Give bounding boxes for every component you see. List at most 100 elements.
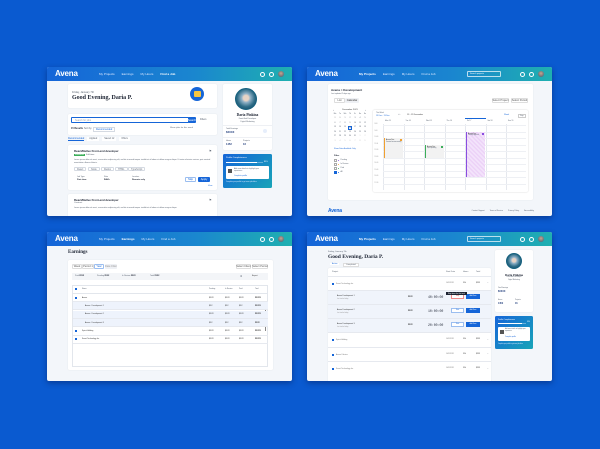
- calendar-day[interactable]: 6: [348, 140, 352, 142]
- tab-recommended[interactable]: Recommended: [68, 137, 85, 141]
- nav-my-projects[interactable]: My Projects: [99, 237, 115, 241]
- column-header[interactable]: Total: [255, 288, 259, 290]
- calendar-day[interactable]: 24: [353, 131, 357, 133]
- column-header[interactable]: Name: [82, 288, 87, 290]
- task-link[interactable]: Complete profile: [234, 175, 247, 177]
- table-row[interactable]: Avena - Development 2 $XXX $XXX $XXX $XXXX: [73, 310, 268, 319]
- select-all-checkbox[interactable]: [75, 288, 77, 290]
- period-select[interactable]: Select Period: [511, 98, 528, 103]
- day-button[interactable]: Day: [518, 113, 526, 118]
- avatar[interactable]: [278, 71, 284, 77]
- prev-month-icon[interactable]: ‹: [333, 109, 334, 112]
- calendar-day[interactable]: 25: [358, 131, 362, 133]
- week-checkbox[interactable]: Show jobs for this week: [170, 127, 193, 129]
- task-link[interactable]: Complete profile: [505, 337, 516, 338]
- calendar-day[interactable]: 8: [358, 140, 362, 142]
- nav-earnings[interactable]: Earnings: [383, 237, 395, 241]
- calendar-day[interactable]: 5: [363, 117, 367, 119]
- footer-link[interactable]: Accessibility: [524, 210, 534, 212]
- tab-list[interactable]: List: [334, 98, 345, 103]
- calendar-day[interactable]: 30: [348, 135, 352, 137]
- calendar-day[interactable]: 31: [353, 135, 357, 137]
- calendar-day[interactable]: 20: [333, 131, 337, 133]
- calendar-event[interactable]: Avena Dev Frontend review meeting: [383, 138, 403, 158]
- date-filter[interactable]: Date Filter: [105, 264, 117, 269]
- calendar-day[interactable]: 28: [338, 135, 342, 137]
- filter-checkbox[interactable]: [334, 159, 337, 162]
- calendar-day[interactable]: 22: [343, 131, 347, 133]
- nav-find-job[interactable]: Find a Job: [160, 72, 175, 76]
- expand-icon[interactable]: [332, 368, 334, 370]
- table-row[interactable]: Avena $XXX $XXX $XXX $XXXX: [73, 294, 268, 302]
- expand-icon[interactable]: [332, 339, 334, 341]
- settings-icon[interactable]: [260, 71, 265, 77]
- calendar-day[interactable]: 26: [363, 131, 367, 133]
- eye-icon[interactable]: [263, 129, 267, 133]
- add-time-button[interactable]: Add Time: [466, 294, 480, 299]
- period-select[interactable]: Select Period: [252, 264, 268, 269]
- calendar-day[interactable]: 17: [353, 126, 357, 128]
- chevron-down-icon[interactable]: ⌄: [487, 282, 489, 284]
- project-row[interactable]: Avena Ukraine 10/01/2021 XXh $XXX ⌄: [328, 346, 491, 362]
- calendar-day[interactable]: 6: [333, 122, 337, 124]
- project-row[interactable]: Smart Technology Inc 10/01/2021 XXh $XXX ⌄: [328, 275, 491, 291]
- bell-icon[interactable]: [269, 236, 274, 242]
- filter-year[interactable]: Year: [94, 264, 104, 269]
- calendar-day[interactable]: 30: [338, 117, 342, 119]
- sort-select[interactable]: Recommended: [93, 126, 116, 132]
- row-expand-icon[interactable]: [75, 296, 77, 299]
- search-input[interactable]: Search for jobs: [71, 117, 189, 123]
- filter-checkbox[interactable]: [334, 171, 337, 174]
- job-title[interactable]: React/Native Front-end developer: [74, 149, 119, 153]
- nav-my-hours[interactable]: My Hours: [142, 237, 155, 241]
- calendar-day[interactable]: 3: [333, 140, 337, 142]
- available-toggle[interactable]: Show Date Available Only: [334, 148, 356, 150]
- project-row[interactable]: Smart Technology Inc 10/01/2021 XXh $XXX ⌄: [328, 361, 491, 376]
- completeness-task[interactable]: Add more details to highlight your exper…: [226, 166, 269, 179]
- avatar[interactable]: [538, 236, 544, 242]
- nav-earnings[interactable]: Earnings: [122, 237, 135, 241]
- calendar-day[interactable]: 1: [358, 135, 362, 137]
- task-row[interactable]: Avena Development 3 Last tracked today $XX…: [328, 318, 491, 332]
- export-button[interactable]: Export: [252, 275, 257, 277]
- column-header[interactable]: Pending: [209, 288, 215, 290]
- nav-my-projects[interactable]: My Projects: [359, 72, 376, 76]
- chevron-down-icon[interactable]: ⌄: [487, 353, 489, 355]
- apply-button[interactable]: Apply: [198, 177, 210, 182]
- search-button[interactable]: Search: [188, 117, 196, 123]
- filter-checkbox[interactable]: [334, 167, 337, 170]
- calendar-day[interactable]: 13: [333, 126, 337, 128]
- bookmark-icon[interactable]: ⚑: [209, 198, 212, 202]
- calendar-day[interactable]: 8: [343, 122, 347, 124]
- settings-icon[interactable]: [520, 71, 525, 77]
- row-expand-icon[interactable]: [75, 330, 77, 332]
- table-row[interactable]: Smart Technology Inc $XXX $XXX $XXX $XXXX: [73, 336, 268, 344]
- nav-my-projects[interactable]: My Projects: [99, 72, 115, 76]
- view-link[interactable]: View: [208, 185, 212, 187]
- avatar[interactable]: [278, 236, 284, 242]
- chevron-down-icon[interactable]: ⌄: [487, 368, 489, 370]
- bell-icon[interactable]: [529, 236, 534, 242]
- add-time-button[interactable]: Add Time: [466, 322, 480, 327]
- start-timer-button[interactable]: Start: [451, 308, 464, 313]
- filters-button[interactable]: Filters: [200, 118, 207, 121]
- table-row[interactable]: Avena - Development 1 $XX $XX $XX $XXXX: [73, 302, 268, 310]
- nav-my-projects[interactable]: My Projects: [359, 237, 376, 241]
- nav-my-hours[interactable]: My Hours: [402, 237, 415, 241]
- calendar-day[interactable]: 9: [348, 122, 352, 124]
- column-header[interactable]: In Review: [225, 288, 232, 290]
- nav-earnings[interactable]: Earnings: [383, 72, 395, 76]
- filter-period[interactable]: Period 1: [82, 264, 94, 269]
- footer-link[interactable]: Contact Support: [472, 210, 485, 212]
- footer-link[interactable]: Privacy Policy: [508, 210, 519, 212]
- tab-calendar[interactable]: Calendar: [345, 98, 359, 103]
- calendar-day[interactable]: 2: [363, 135, 367, 137]
- nav-find-job[interactable]: Find a Job: [161, 237, 175, 241]
- avatar[interactable]: [538, 71, 544, 77]
- nav-my-hours[interactable]: My Hours: [402, 72, 415, 76]
- next-month-icon[interactable]: ›: [365, 109, 366, 112]
- calendar-day[interactable]: 10: [353, 122, 357, 124]
- chevron-down-icon[interactable]: ⌄: [487, 339, 489, 341]
- calendar-day[interactable]: 19: [363, 126, 367, 128]
- settings-icon[interactable]: [260, 236, 265, 242]
